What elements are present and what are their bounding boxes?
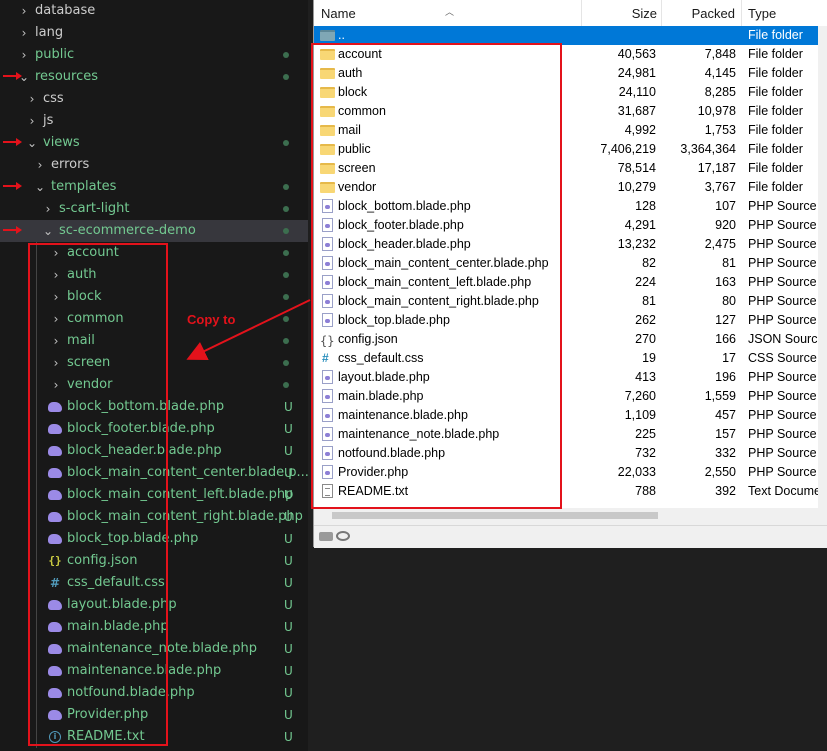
marker-arrow-sc-ecommerce-demo — [3, 226, 22, 234]
marker-arrow-templates — [3, 182, 22, 190]
annotation-arrows — [3, 72, 311, 361]
marker-arrow-resources — [3, 72, 22, 80]
copy-arrow — [186, 299, 311, 361]
marker-arrow-views — [3, 138, 22, 146]
